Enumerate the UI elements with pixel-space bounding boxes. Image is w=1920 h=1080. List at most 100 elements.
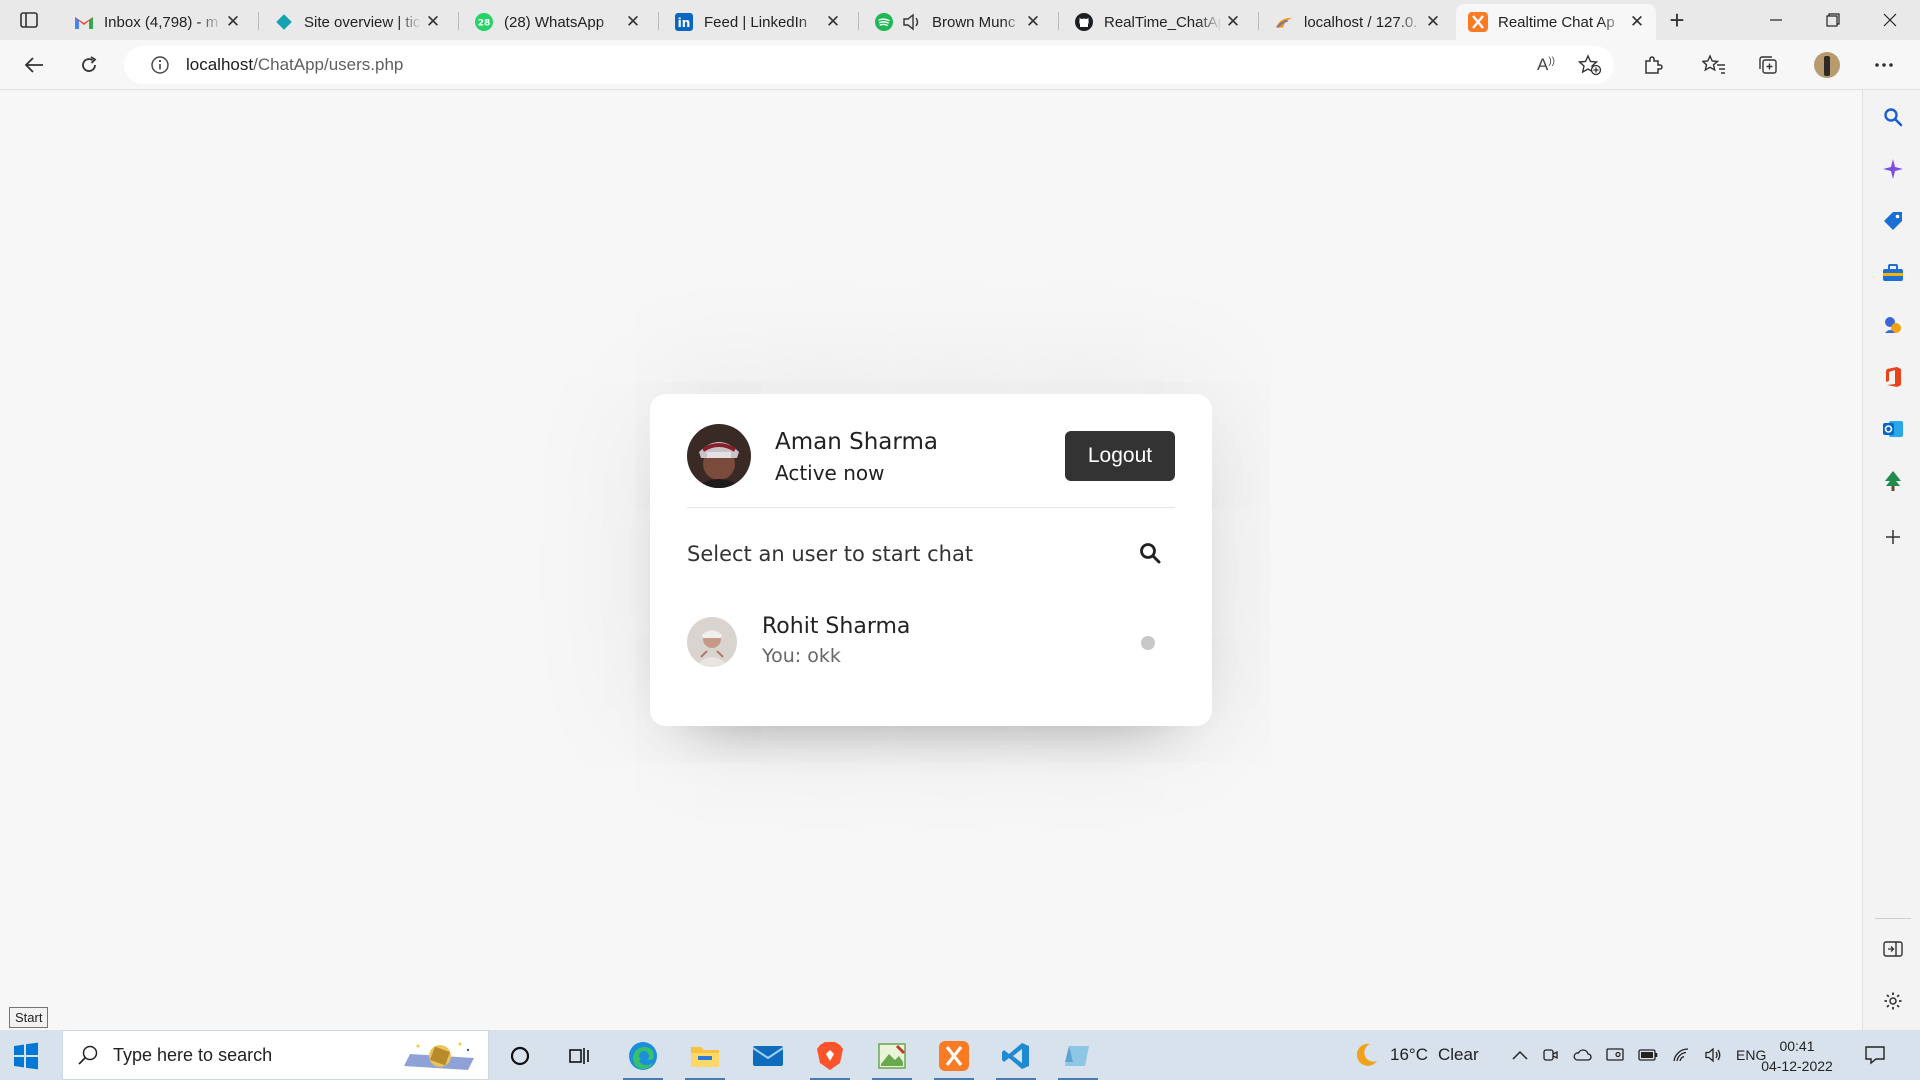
collections-icon[interactable] [1752,49,1784,81]
spotify-icon [874,12,894,32]
address-bar[interactable]: localhost/ChatApp/users.php [124,46,1614,84]
tab-divider [258,12,259,30]
add-icon[interactable] [1882,526,1904,548]
current-user-name: Aman Sharma [775,429,938,455]
search-icon [77,1044,99,1066]
svg-text:in: in [678,16,691,30]
favorites-icon[interactable] [1698,49,1730,81]
more-options-icon[interactable] [1868,49,1900,81]
chat-users-card: Aman Sharma Active now Logout Select an … [650,394,1212,726]
tab-title: RealTime_ChatAp [1104,13,1222,31]
chevron-up-icon[interactable] [1512,1050,1528,1060]
close-icon[interactable]: ✕ [222,12,244,32]
brave-browser-icon[interactable] [804,1035,856,1080]
tab-whatsapp[interactable]: 28 (28) WhatsApp ✕ [462,4,652,40]
search-icon[interactable] [1135,538,1165,568]
vscode-icon[interactable] [990,1035,1042,1080]
tab-realtime-chat[interactable]: Realtime Chat Ap ✕ [1456,4,1656,40]
wifi-icon[interactable] [1672,1048,1690,1062]
tab-title: localhost / 127.0. [1304,13,1418,31]
xampp-app-icon[interactable] [928,1035,980,1080]
extensions-icon[interactable] [1637,49,1669,81]
moon-icon [1352,1041,1380,1069]
office-icon[interactable] [1882,366,1904,388]
minimize-icon[interactable] [1748,0,1804,40]
onedrive-cloud-icon[interactable] [1572,1048,1592,1062]
xampp-icon [1468,12,1488,32]
mail-icon[interactable] [742,1035,794,1077]
tree-icon[interactable] [1882,470,1904,492]
close-icon[interactable]: ✕ [822,12,844,32]
system-clock[interactable]: 00:41 04-12-2022 [1756,1036,1838,1076]
hide-sidebar-icon[interactable] [1882,938,1904,960]
outlook-icon[interactable] [1882,418,1904,440]
close-window-icon[interactable] [1862,0,1918,40]
tab-divider [458,12,459,30]
task-view-icon[interactable] [554,1035,606,1077]
weather-widget[interactable]: 16°C Clear [1352,1030,1479,1080]
user-list-item[interactable]: Rohit Sharma You: okk [687,612,1175,668]
display-settings-icon[interactable] [1606,1047,1624,1063]
edge-sidebar [1862,90,1920,1030]
close-icon[interactable]: ✕ [1422,12,1444,32]
user-last-message: You: okk [762,645,841,667]
tab-site-overview[interactable]: Site overview | tic ✕ [262,4,452,40]
clock-time: 00:41 [1779,1038,1815,1054]
tab-spotify[interactable]: Brown Munc ✕ [862,4,1052,40]
meet-now-icon[interactable] [1542,1047,1558,1063]
new-tab-icon[interactable]: + [1662,6,1692,36]
user-header: Aman Sharma Active now Logout [687,424,1175,508]
restore-icon[interactable] [1805,0,1861,40]
search-icon[interactable] [1882,106,1904,128]
notifications-icon[interactable] [1864,1030,1886,1080]
sidebar-divider [1875,918,1911,919]
edge-browser-icon[interactable] [617,1035,669,1080]
tools-briefcase-icon[interactable] [1882,262,1904,284]
tab-title: Realtime Chat Ap [1498,13,1615,31]
status-dot [1141,636,1155,650]
taskbar-search-box[interactable]: Type here to search [62,1030,489,1080]
system-tray: ENG [1512,1030,1766,1080]
whatsapp-icon: 28 [474,12,494,32]
close-icon[interactable]: ✕ [622,12,644,32]
paint-app-icon[interactable] [866,1035,918,1080]
phpmyadmin-icon [1274,12,1294,32]
refresh-icon[interactable] [73,49,105,81]
sticky-app-icon[interactable] [1052,1035,1104,1080]
tab-strip: Inbox (4,798) - m ✕ Site overview | tic … [0,0,1920,40]
url-text[interactable]: localhost/ChatApp/users.php [186,55,403,75]
site-info-icon[interactable] [140,55,180,75]
url-path: /ChatApp/users.php [253,55,404,74]
settings-gear-icon[interactable] [1882,990,1904,1012]
games-icon[interactable] [1882,314,1904,336]
windows-taskbar: Type here to search 16°C Clear ENG 00:41… [0,1030,1920,1080]
speaker-icon[interactable] [902,12,922,32]
battery-icon[interactable] [1638,1049,1658,1061]
start-tooltip: Start [9,1007,49,1028]
linkedin-icon: in [674,12,694,32]
tab-actions-icon[interactable] [14,8,44,32]
close-icon[interactable]: ✕ [1022,12,1044,32]
add-favorite-icon[interactable] [1574,49,1606,81]
current-user-avatar [687,424,751,488]
close-icon[interactable]: ✕ [422,12,444,32]
back-arrow-icon[interactable] [18,49,50,81]
logout-button[interactable]: Logout [1065,431,1175,481]
tab-gmail[interactable]: Inbox (4,798) - m ✕ [62,4,252,40]
shopping-tag-icon[interactable] [1882,210,1904,232]
close-icon[interactable]: ✕ [1626,12,1648,32]
tab-linkedin[interactable]: in Feed | LinkedIn ✕ [662,4,852,40]
github-icon [1074,12,1094,32]
windows-start-icon[interactable] [10,1040,42,1072]
profile-avatar[interactable] [1811,49,1843,81]
search-bar: Select an user to start chat [687,534,1175,574]
file-explorer-icon[interactable] [679,1035,731,1080]
read-aloud-icon[interactable]: A)) [1530,49,1562,81]
taskbar-search-placeholder: Type here to search [113,1044,273,1065]
volume-icon[interactable] [1704,1047,1722,1063]
tab-github[interactable]: RealTime_ChatAp ✕ [1062,4,1252,40]
cortana-icon[interactable] [494,1035,546,1077]
tab-phpmyadmin[interactable]: localhost / 127.0. ✕ [1262,4,1452,40]
close-icon[interactable]: ✕ [1222,12,1244,32]
sparkle-icon[interactable] [1882,158,1904,180]
